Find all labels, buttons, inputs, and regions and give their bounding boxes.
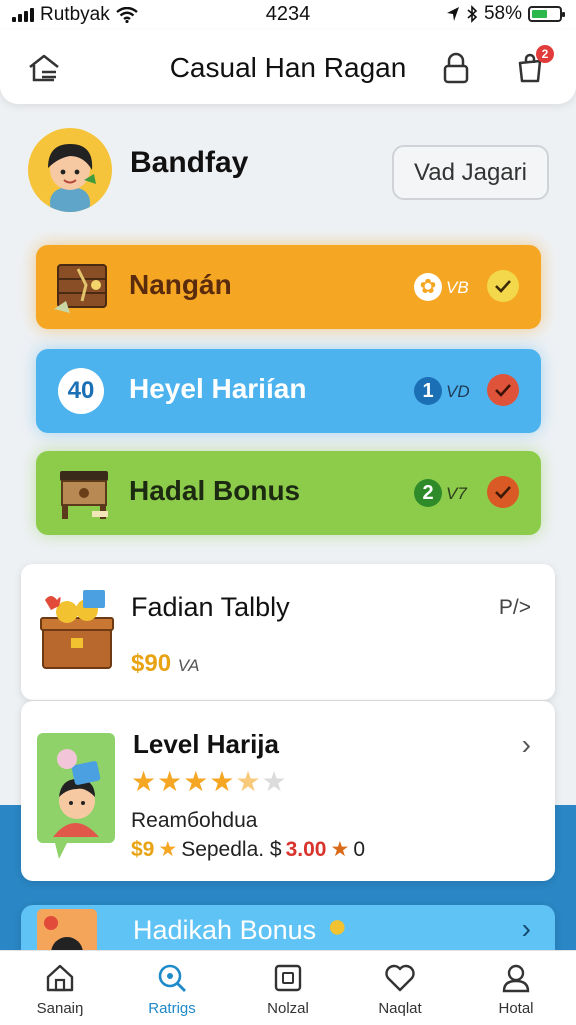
- status-bar: Rutbyak 4234 58%: [0, 0, 576, 30]
- quest-row[interactable]: 40 Heyel Hariían 1 VD: [36, 349, 541, 433]
- battery-percent: 58%: [483, 3, 522, 24]
- level-card[interactable]: Level Harija › ★ ★ ★ ★ ★ ★ Reamбohdua $9 ★ Se…: [21, 701, 555, 881]
- card-title: Hadikah Bonus: [133, 915, 317, 945]
- check-icon: [487, 374, 519, 406]
- nav-label: Naqlat: [378, 1000, 422, 1017]
- check-icon: [487, 270, 519, 302]
- home-icon: [46, 964, 74, 992]
- heart-icon: [385, 964, 415, 992]
- quest-number: 2: [414, 479, 442, 507]
- battery-icon: [528, 6, 565, 22]
- quest-coin-icon: ✿: [414, 273, 442, 301]
- cart-button[interactable]: 2: [510, 45, 554, 88]
- star-rating: ★ ★ ★ ★ ★ ★: [131, 768, 287, 796]
- quest-badge: 40: [58, 368, 104, 414]
- bottom-nav: Sanaiŋ Ratrigs Nolzal Naqlat Hotal: [0, 950, 576, 1025]
- chevron-right-icon[interactable]: ›: [522, 729, 531, 761]
- lock-icon: [443, 52, 469, 84]
- search-icon: [158, 964, 186, 992]
- chest-icon: [54, 264, 107, 313]
- quest-label: Nangán: [129, 269, 232, 300]
- nav-label: Ratrigs: [148, 1000, 196, 1017]
- quest-suffix: VB: [446, 278, 469, 297]
- price-right: 0: [353, 837, 365, 861]
- nav-label: Hotal: [498, 1000, 534, 1017]
- star-icon: ★: [158, 838, 178, 861]
- emoji-icon: ●: [327, 907, 348, 945]
- price-red: 3.00: [285, 837, 327, 861]
- quest-suffix: VD: [446, 382, 470, 401]
- bluetooth-icon: [467, 5, 478, 23]
- user-icon: [502, 964, 530, 993]
- nav-item-search[interactable]: Ratrigs: [122, 963, 222, 1017]
- price-row: $9 ★ Sepedla. $ 3.00 ★ 0: [131, 837, 365, 862]
- card-price: $90 VA: [131, 650, 199, 678]
- price-left: $9: [131, 837, 155, 861]
- square-icon: [274, 964, 302, 992]
- star-icon: ★: [235, 766, 261, 797]
- market-stall-icon: [60, 471, 108, 519]
- avatar[interactable]: [28, 128, 112, 212]
- price-mid: Sepedla. $: [181, 837, 282, 861]
- quest-row[interactable]: Nangán ✿ VB: [36, 245, 541, 329]
- star-icon: ★: [261, 766, 287, 797]
- check-icon: [487, 476, 519, 508]
- nav-label: Nolzal: [267, 1000, 309, 1017]
- notification-badge: 2: [536, 45, 554, 63]
- price-value: $90: [131, 650, 172, 677]
- star-icon: ★: [183, 766, 209, 797]
- location-icon: [446, 7, 459, 21]
- reward-card[interactable]: Fadian Talbly $90 VA P/>: [21, 564, 555, 700]
- nav-label: Sanaiŋ: [36, 1000, 84, 1017]
- quest-label: Hadal Bonus: [129, 475, 301, 506]
- app-header: Casual Han Ragan 2: [0, 30, 576, 104]
- price-suffix: VA: [177, 656, 200, 675]
- nav-item-heart[interactable]: Naqlat: [350, 963, 450, 1017]
- battery-fill: [532, 10, 548, 18]
- star-icon: ★: [157, 766, 183, 797]
- username: Bandfay: [130, 146, 249, 179]
- user-action-button[interactable]: Vad Jagari: [392, 145, 549, 200]
- star-icon: ★: [131, 766, 157, 797]
- character-icon: [37, 733, 115, 859]
- nav-item-square[interactable]: Nolzal: [238, 963, 338, 1017]
- page-title: Casual Han Ragan: [169, 52, 407, 83]
- quest-suffix: V7: [446, 484, 467, 503]
- card-title: Level Harija: [133, 729, 279, 759]
- nav-item-profile[interactable]: Hotal: [466, 963, 566, 1017]
- card-more-link[interactable]: P/>: [499, 596, 531, 620]
- avatar-face-icon: [48, 144, 96, 212]
- lock-button[interactable]: [436, 48, 476, 88]
- quest-row[interactable]: Hadal Bonus 2 V7: [36, 451, 541, 535]
- card-subtitle: Reamбohdua: [131, 809, 258, 832]
- star-icon: ★: [209, 766, 235, 797]
- quest-number: 1: [414, 377, 442, 405]
- quest-label: Heyel Hariían: [129, 373, 307, 404]
- treasure-box-icon: [40, 590, 114, 669]
- star-icon: ★: [330, 838, 350, 861]
- chevron-right-icon[interactable]: ›: [522, 913, 531, 945]
- nav-item-home[interactable]: Sanaiŋ: [10, 963, 110, 1017]
- card-title: Fadian Talbly: [131, 592, 290, 622]
